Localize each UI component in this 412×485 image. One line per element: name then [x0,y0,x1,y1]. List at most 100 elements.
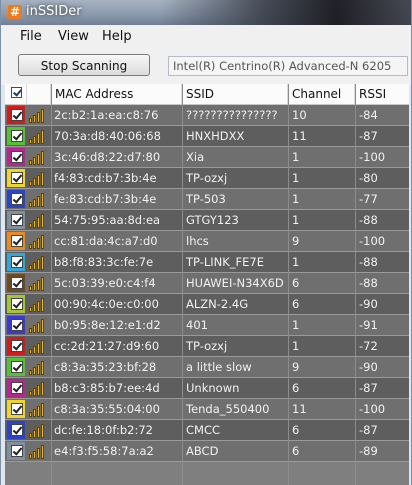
column-rssi[interactable]: RSSI [355,84,409,104]
column-divider [288,84,289,485]
mac-address-cell: b0:95:8e:12:e1:d2 [54,318,161,332]
row-checkbox[interactable] [11,340,23,352]
channel-cell: 6 [292,381,300,395]
adapter-select[interactable]: Intel(R) Centrino(R) Advanced-N 6205 [168,56,408,76]
column-mac-address[interactable]: MAC Address [51,84,182,104]
signal-bar [41,151,44,165]
signal-bar [33,199,36,207]
signal-bar [37,133,40,144]
row-checkbox[interactable] [11,256,23,268]
signal-bar [33,157,36,165]
table-row[interactable]: 5c:03:39:e0:c4:f4 HUAWEI-N34X6D 6 -88 [5,273,409,294]
table-row[interactable]: c8:3a:35:23:bf:28 a little slow 9 -90 [5,357,409,378]
table-row[interactable]: 54:75:95:aa:8d:ea GTGY123 1 -88 [5,210,409,231]
network-color-swatch [7,253,25,271]
table-row[interactable]: 2c:b2:1a:ea:c8:76??????????????? 10 -84 [5,105,409,126]
select-all-checkbox[interactable] [11,87,22,98]
signal-bar [41,130,44,144]
table-row[interactable]: 70:3a:d8:40:06:68 HNXHDXX 11 -87 [5,126,409,147]
network-color-swatch [7,127,25,145]
network-color-swatch [7,232,25,250]
menu-help[interactable]: Help [102,29,132,44]
stop-scanning-button[interactable]: Stop Scanning [18,54,150,76]
row-checkbox[interactable] [11,403,23,415]
row-checkbox[interactable] [11,235,23,247]
table-row[interactable]: 00:90:4c:0e:c0:00 ALZN-2.4G 6 -90 [5,294,409,315]
signal-bar [41,214,44,228]
signal-bar [41,340,44,354]
signal-bar [33,388,36,396]
desktop-background [161,0,411,25]
mac-address-cell: 2c:b2:1a:ea:c8:76 [54,108,159,122]
row-checkbox[interactable] [11,109,23,121]
row-checkbox[interactable] [11,319,23,331]
ssid-cell: 401 [186,318,208,332]
network-color-swatch [7,379,25,397]
network-color-swatch [7,190,25,208]
signal-bar [33,409,36,417]
column-channel[interactable]: Channel [288,84,355,104]
channel-cell: 9 [292,234,300,248]
network-color-swatch [7,148,25,166]
row-checkbox[interactable] [11,151,23,163]
row-checkbox[interactable] [11,277,23,289]
signal-bar [29,307,32,312]
signal-bar [37,280,40,291]
signal-strength-icon [29,318,49,333]
row-checkbox[interactable] [11,424,23,436]
rssi-cell: -91 [359,318,378,332]
network-color-swatch [7,211,25,229]
table-body: 2c:b2:1a:ea:c8:76??????????????? 10 -84 70:… [5,105,409,462]
table-row[interactable]: b8:c3:85:b7:ee:4d Unknown 6 -87 [5,378,409,399]
row-checkbox[interactable] [11,193,23,205]
row-checkbox[interactable] [11,361,23,373]
ssid-cell: TP-ozxj [186,171,228,185]
table-row[interactable]: cc:2d:21:27:d9:60 TP-ozxj 1 -72 [5,336,409,357]
signal-bar [29,223,32,228]
table-row[interactable]: b8:f8:83:3c:fe:7e TP-LINK_FE7E 1 -88 [5,252,409,273]
row-checkbox[interactable] [11,445,23,457]
row-checkbox[interactable] [11,172,23,184]
app-window: # inSSIDer File View Help Stop Scanning … [0,0,412,485]
rssi-cell: -88 [359,255,378,269]
menu-file[interactable]: File [20,29,42,44]
table-row[interactable]: cc:81:da:4c:a7:d0 lhcs 9 -100 [5,231,409,252]
signal-strength-icon [29,297,49,312]
table-row[interactable]: fe:83:cd:b7:3b:4e TP-503 1 -77 [5,189,409,210]
table-header: MAC Address SSID Channel RSSI [5,84,409,105]
signal-strength-icon [29,213,49,228]
mac-address-cell: f4:83:cd:b7:3b:4e [54,171,157,185]
table-row[interactable]: dc:fe:18:0f:b2:72 CMCC 6 -87 [5,420,409,441]
table-row[interactable]: e4:f3:f5:58:7a:a2 ABCD 6 -89 [5,441,409,462]
signal-bar [33,220,36,228]
rssi-cell: -84 [359,108,378,122]
menu-view[interactable]: View [58,29,89,44]
table-row[interactable]: c8:3a:35:55:04:00 Tenda_550400 11 -100 [5,399,409,420]
table-row[interactable]: f4:83:cd:b7:3b:4e TP-ozxj 1 -80 [5,168,409,189]
select-all-column[interactable] [5,84,27,104]
signal-bar [29,244,32,249]
signal-strength-icon [29,108,49,123]
signal-bar [29,454,32,459]
row-checkbox[interactable] [11,298,23,310]
signal-bar [37,238,40,249]
mac-address-cell: b8:c3:85:b7:ee:4d [54,381,160,395]
row-checkbox[interactable] [11,382,23,394]
signal-bar [37,301,40,312]
signal-bar [41,193,44,207]
rssi-cell: -87 [359,129,378,143]
signal-strength-icon [29,402,49,417]
network-table: MAC Address SSID Channel RSSI 2c:b2:1a:e… [5,84,409,485]
rssi-cell: -90 [359,297,378,311]
table-row[interactable]: b0:95:8e:12:e1:d2 401 1 -91 [5,315,409,336]
signal-bar [29,328,32,333]
mac-address-cell: 54:75:95:aa:8d:ea [54,213,161,227]
channel-cell: 1 [292,150,300,164]
table-row[interactable]: 3c:46:d8:22:d7:80 Xia 1 -100 [5,147,409,168]
signal-strength-icon [29,339,49,354]
signal-bar [41,109,44,123]
column-ssid[interactable]: SSID [182,84,288,104]
row-checkbox[interactable] [11,130,23,142]
title-bar[interactable]: # inSSIDer [1,0,411,25]
row-checkbox[interactable] [11,214,23,226]
